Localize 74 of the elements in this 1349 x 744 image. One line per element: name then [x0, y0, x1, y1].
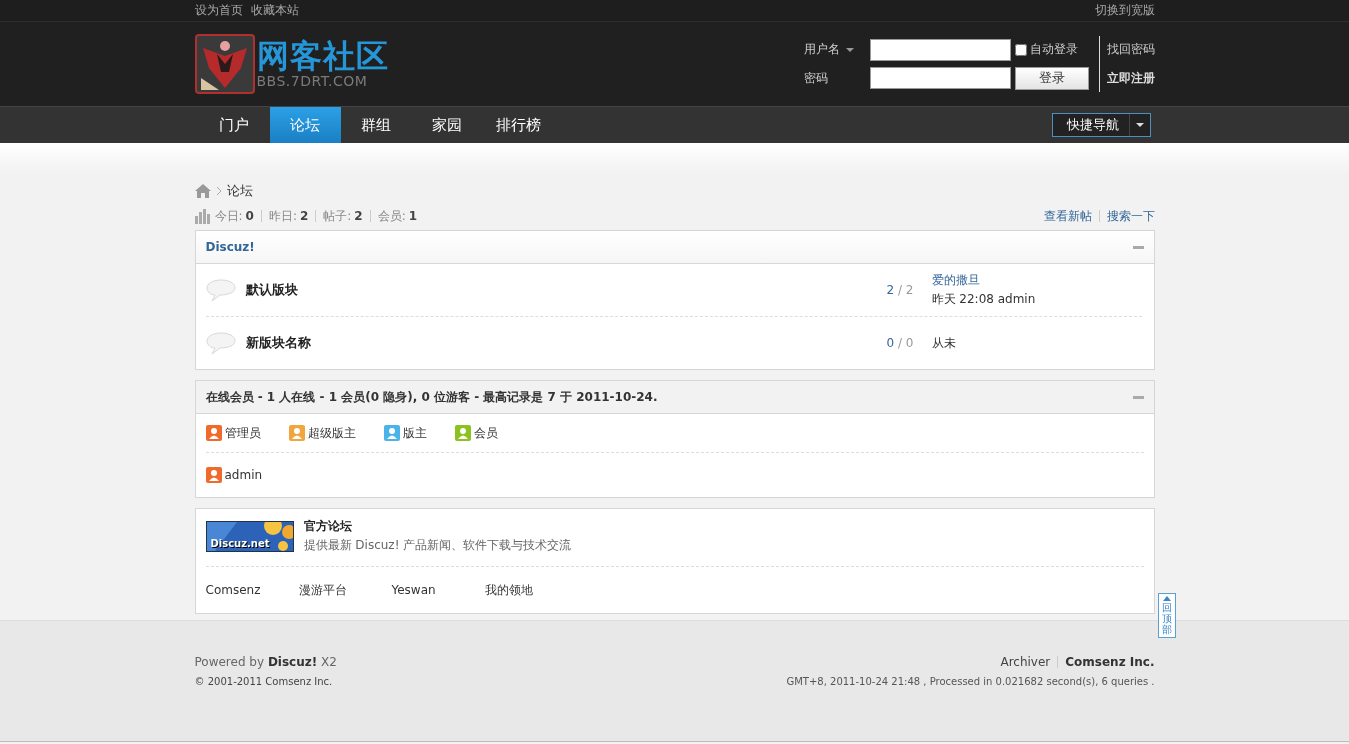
username-field[interactable] [869, 38, 1011, 61]
top-link[interactable]: 收藏本站 [250, 2, 299, 19]
chevron-icon [215, 186, 222, 196]
copyright-text: © 2001-2011 Comsenz Inc. [194, 676, 334, 687]
user-icon [454, 425, 471, 441]
speech-bubble-icon [205, 331, 236, 355]
stat-value: 1 [408, 210, 418, 222]
legend-label: 会员 [473, 424, 498, 442]
legend-label: 管理员 [224, 424, 261, 442]
speech-bubble-icon [205, 278, 236, 302]
home-icon [194, 183, 211, 199]
online-summary: 在线会员 - 1 人在线 - 1 会员(0 隐身), 0 位游客 - 最高记录是 7 于 2011-10-24. [205, 388, 658, 406]
auto-login-checkbox[interactable] [1014, 43, 1027, 56]
user-icon [205, 425, 222, 441]
top-link[interactable]: 设为首页 [194, 2, 243, 19]
stat-value: 2 [299, 210, 309, 222]
register-link[interactable]: 立即注册 [1106, 70, 1155, 87]
legend-label: 版主 [402, 424, 427, 442]
footer-link[interactable]: Comsenz Inc. [1057, 656, 1155, 668]
online-user-link[interactable]: admin [224, 468, 263, 482]
password-label: 密码 [803, 69, 828, 87]
site-title: 网客社区 [256, 40, 389, 72]
stat-label: 会员: [377, 210, 406, 222]
user-icon [383, 425, 400, 441]
collapse-icon [1132, 395, 1144, 399]
stat-label: 今日: [214, 210, 243, 222]
last-post-text: 从未 [931, 334, 956, 352]
password-field[interactable] [869, 67, 1011, 89]
friend-link[interactable]: Yeswan [391, 583, 485, 597]
featured-link-description: 提供最新 Discuz! 产品新闻、软件下载与技术交流 [303, 537, 572, 554]
login-button[interactable]: 登录 [1014, 66, 1089, 90]
user-icon [205, 467, 222, 483]
friend-link[interactable]: 漫游平台 [298, 581, 392, 599]
nav-tab[interactable]: 论坛 [269, 107, 341, 143]
last-post-link[interactable]: 爱的撒旦 [931, 272, 1036, 289]
nav-tab[interactable]: 群组 [340, 107, 412, 143]
forum-counts: 2 / 2 [885, 283, 914, 297]
caret-icon [845, 47, 854, 52]
friend-link[interactable]: Comsenz [205, 583, 299, 597]
auto-login-label: 自动登录 [1029, 41, 1078, 58]
featured-link-title: 官方论坛 [303, 518, 353, 535]
forgot-password-link[interactable]: 找回密码 [1106, 41, 1155, 58]
stats-link[interactable]: 查看新帖 [1036, 207, 1092, 225]
stat-label: 昨日: [268, 210, 297, 222]
breadcrumb-link[interactable]: 论坛 [226, 182, 253, 200]
legend-label: 超级版主 [307, 424, 356, 442]
user-icon [288, 425, 305, 441]
debug-info-text: GMT+8, 2011-10-24 21:48 , Processed in 0.021682 second(s), 6 queries . [786, 676, 1155, 687]
collapse-icon [1132, 245, 1144, 249]
friend-link[interactable]: 我的领地 [484, 581, 578, 599]
username-label: 用户名 [803, 41, 840, 58]
site-domain: BBS.7DRT.COM [256, 74, 369, 88]
forum-name[interactable]: 默认版块 [245, 281, 806, 299]
nav-tab[interactable]: 排行榜 [482, 107, 554, 143]
stat-value: 0 [245, 210, 254, 222]
stat-label: 帖子: [323, 210, 352, 222]
powered-by-text: Powered by Discuz! X2 [194, 655, 338, 669]
forum-name[interactable]: 新版块名称 [245, 334, 806, 352]
caret-icon [1135, 123, 1144, 127]
arrow-up-icon [1163, 596, 1171, 601]
stats-link[interactable]: 搜索一下 [1098, 210, 1155, 222]
nav-tab[interactable]: 家园 [411, 107, 483, 143]
category-title[interactable]: Discuz! [205, 240, 255, 254]
forum-counts: 0 / 0 [885, 336, 914, 350]
nav-tab[interactable]: 门户 [198, 107, 270, 143]
footer-link[interactable]: Archiver [993, 656, 1058, 668]
back-to-top-button[interactable]: 回顶部 [1158, 593, 1176, 638]
last-post-meta: 昨天 22:08 admin [931, 291, 1036, 308]
quick-nav-button[interactable]: 快捷导航 [1051, 113, 1151, 137]
wide-switch-link[interactable]: 切换到宽版 [1094, 2, 1155, 19]
bar-chart-icon [194, 208, 210, 224]
logo-icon [194, 34, 255, 94]
stat-value: 2 [354, 210, 363, 222]
site-banner[interactable]: Discuz.net [205, 520, 294, 552]
